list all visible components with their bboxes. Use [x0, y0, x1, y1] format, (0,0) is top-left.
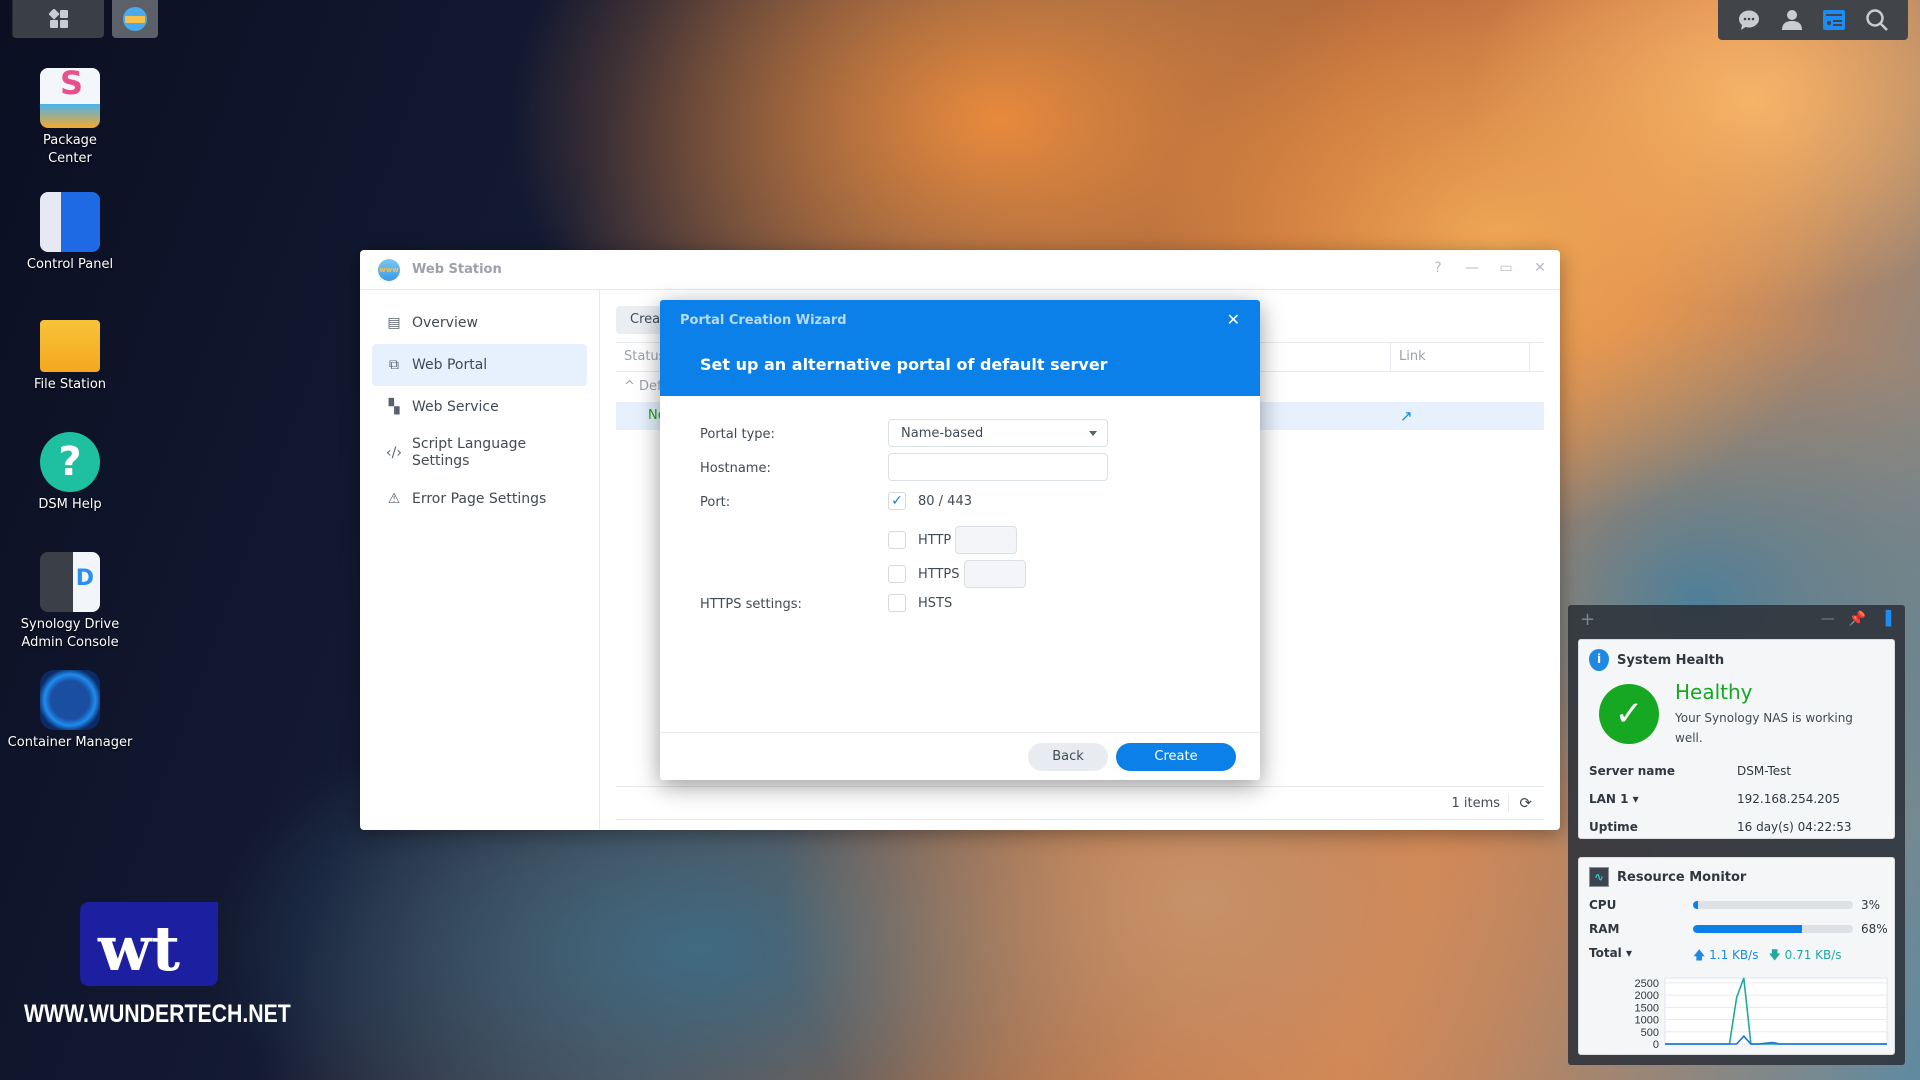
- web-portal-icon: ⧉: [389, 357, 399, 373]
- column-link[interactable]: Link: [1390, 343, 1530, 371]
- minimize-icon[interactable]: —: [1464, 260, 1480, 276]
- web-station-logo: www: [378, 258, 400, 281]
- taskbar: [12, 0, 158, 38]
- portal-type-select[interactable]: Name-based: [888, 419, 1108, 447]
- back-button[interactable]: Back: [1028, 743, 1108, 771]
- https-checkbox[interactable]: [888, 565, 906, 583]
- desktop-icon-control-panel[interactable]: Control Panel: [0, 192, 140, 274]
- y-tick-label: 2000: [1635, 990, 1659, 1002]
- y-tick-label: 500: [1641, 1027, 1659, 1039]
- add-widget-icon[interactable]: +: [1580, 609, 1595, 630]
- y-tick-label: 1000: [1635, 1015, 1659, 1027]
- portal-creation-wizard: Portal Creation Wizard ✕ Set up an alter…: [660, 300, 1260, 780]
- taskbar-web-station[interactable]: [112, 0, 158, 38]
- resource-monitor-icon: ∿: [1589, 867, 1609, 887]
- wizard-title: Portal Creation Wizard: [680, 313, 847, 328]
- network-chart: 05001000150020002500: [1635, 977, 1888, 1050]
- window-title: Web Station: [412, 262, 502, 277]
- wizard-form: Portal type: Name-based Hostname: Port: …: [700, 418, 1220, 622]
- portal-type-label: Portal type:: [700, 427, 775, 442]
- synology-drive-icon: D: [40, 552, 100, 612]
- refresh-icon[interactable]: ⟳: [1508, 794, 1532, 812]
- package-center-icon: S: [40, 67, 100, 128]
- sidebar-item-error-page[interactable]: ⚠ Error Page Settings: [372, 478, 587, 520]
- resource-monitor-widget: ∿ Resource Monitor CPU 3% RAM 68% Total ▾ 🡅…: [1578, 857, 1895, 1055]
- desktop-icon-container-manager[interactable]: Container Manager: [0, 670, 140, 752]
- widget-panel: + — 📌 ▐ i System Health ✓ Healthy Your Syno…: [1568, 605, 1905, 1065]
- close-icon[interactable]: ✕: [1532, 260, 1548, 276]
- create-button[interactable]: Create: [1116, 743, 1236, 771]
- sidebar-item-script-language[interactable]: ‹/› Script Language Settings: [372, 428, 587, 478]
- wizard-footer: Back Create: [660, 732, 1260, 780]
- health-status: Healthy: [1675, 680, 1753, 704]
- http-port-input[interactable]: [955, 526, 1018, 554]
- sidebar-item-web-service[interactable]: ▚ Web Service: [372, 386, 587, 428]
- pin-icon[interactable]: 📌: [1849, 611, 1866, 627]
- external-link-icon[interactable]: ↗: [1400, 407, 1413, 425]
- wizard-header: Portal Creation Wizard ✕ Set up an alter…: [660, 300, 1260, 396]
- health-description: Your Synology NAS is working well.: [1675, 711, 1853, 745]
- chevron-down-icon: [1089, 431, 1097, 436]
- main-menu-button[interactable]: [12, 0, 104, 38]
- port-label: Port:: [700, 495, 731, 510]
- grid-icon: [48, 9, 68, 28]
- http-checkbox[interactable]: [888, 531, 906, 549]
- ram-bar: [1693, 925, 1853, 933]
- web-station-icon: [123, 7, 147, 31]
- table-footer: 1 items ⟳: [616, 786, 1544, 820]
- port-80-443-checkbox[interactable]: ✓: [888, 492, 906, 510]
- help-icon[interactable]: ?: [1430, 260, 1446, 276]
- info-icon: i: [1589, 649, 1609, 671]
- hsts-checkbox[interactable]: [888, 594, 906, 612]
- web-service-icon: ▚: [388, 399, 400, 415]
- system-tray: [1718, 0, 1908, 40]
- system-health-widget: i System Health ✓ Healthy Your Synology N…: [1578, 639, 1895, 839]
- upload-speed: 🡅 1.1 KB/s: [1693, 948, 1759, 962]
- search-icon[interactable]: [1864, 7, 1890, 33]
- network-dropdown[interactable]: Total ▾: [1589, 946, 1632, 960]
- sidebar: ▤ Overview ⧉ Web Portal ▚ Web Service ‹/› Sc…: [360, 290, 600, 830]
- code-icon: ‹/›: [386, 445, 402, 461]
- desktop-icon-file-station[interactable]: File Station: [0, 312, 140, 394]
- file-station-icon: [40, 320, 100, 372]
- chat-icon[interactable]: [1736, 7, 1762, 33]
- wt-url: WWW.WUNDERTECH.NET: [24, 1000, 291, 1028]
- download-speed: 🡇 0.71 KB/s: [1768, 948, 1842, 962]
- error-page-icon: ⚠: [387, 491, 401, 507]
- close-icon[interactable]: ✕: [1227, 310, 1240, 329]
- check-icon: ✓: [1599, 684, 1659, 744]
- desktop-icon-dsm-help[interactable]: ? DSM Help: [0, 432, 140, 514]
- wt-logo: wt: [80, 902, 218, 986]
- overview-icon: ▤: [387, 315, 401, 331]
- cpu-bar: [1693, 901, 1853, 909]
- help-icon: ?: [40, 432, 100, 492]
- y-tick-label: 2500: [1635, 978, 1659, 990]
- y-tick-label: 0: [1653, 1039, 1659, 1050]
- control-panel-icon: [40, 192, 100, 252]
- sidebar-item-overview[interactable]: ▤ Overview: [372, 302, 587, 344]
- https-settings-label: HTTPS settings:: [700, 597, 802, 612]
- user-icon[interactable]: [1779, 7, 1805, 33]
- collapse-icon[interactable]: ▐: [1880, 611, 1891, 627]
- y-tick-label: 1500: [1635, 1002, 1659, 1014]
- window-titlebar[interactable]: www Web Station ? — ▭ ✕: [360, 250, 1560, 290]
- wundertech-watermark: wt WWW.WUNDERTECH.NET: [24, 880, 294, 1040]
- container-manager-icon: [40, 670, 100, 730]
- hostname-input[interactable]: [888, 453, 1108, 481]
- hostname-label: Hostname:: [700, 461, 771, 476]
- sidebar-item-web-portal[interactable]: ⧉ Web Portal: [372, 344, 587, 386]
- desktop-icon-package-center[interactable]: S Package Center: [0, 67, 140, 168]
- maximize-icon[interactable]: ▭: [1498, 260, 1514, 276]
- minimize-icon[interactable]: —: [1821, 611, 1835, 627]
- column-status[interactable]: Status: [616, 343, 665, 371]
- widgets-icon[interactable]: [1821, 7, 1847, 33]
- item-count: 1 items: [1451, 796, 1500, 811]
- desktop-icon-synology-drive[interactable]: D Synology Drive Admin Console: [0, 552, 140, 652]
- svg-text:wt: wt: [97, 912, 180, 985]
- https-port-input[interactable]: [963, 560, 1026, 588]
- chart-plot-area: [1664, 977, 1888, 1045]
- wizard-heading: Set up an alternative portal of default …: [700, 355, 1108, 374]
